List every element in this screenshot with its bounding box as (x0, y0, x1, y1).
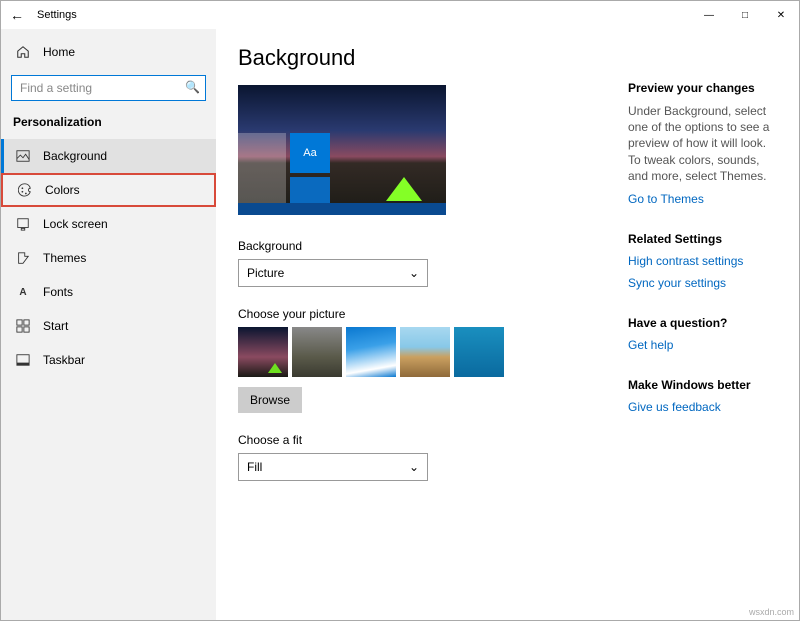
home-nav[interactable]: Home (1, 35, 216, 69)
themes-icon (15, 251, 31, 265)
search-icon: 🔍 (185, 80, 200, 94)
sidebar-item-taskbar[interactable]: Taskbar (1, 343, 216, 377)
picture-thumb-3[interactable] (346, 327, 396, 377)
back-button[interactable]: ← (1, 7, 33, 23)
search-input[interactable] (11, 75, 206, 101)
chevron-down-icon: ⌄ (409, 266, 419, 280)
home-label: Home (43, 45, 75, 59)
picture-thumb-2[interactable] (292, 327, 342, 377)
start-icon (15, 319, 31, 333)
main-content: Background Aa Background Picture ⌄ Choos… (238, 45, 598, 600)
close-button[interactable]: ✕ (763, 1, 799, 29)
fit-select-value: Fill (247, 460, 262, 474)
minimize-button[interactable]: ― (691, 1, 727, 29)
go-to-themes-link[interactable]: Go to Themes (628, 192, 779, 206)
picture-thumb-1[interactable] (238, 327, 288, 377)
feedback-link[interactable]: Give us feedback (628, 400, 779, 414)
maximize-button[interactable]: □ (727, 1, 763, 29)
sidebar-item-label: Lock screen (43, 217, 108, 231)
sidebar-item-background[interactable]: Background (1, 139, 216, 173)
sidebar-item-label: Themes (43, 251, 86, 265)
sidebar: Home 🔍 Personalization Background Colors (1, 29, 216, 620)
preview-changes-text: Under Background, select one of the opti… (628, 103, 779, 184)
titlebar: ← Settings ― □ ✕ (1, 1, 799, 29)
taskbar-icon (15, 353, 31, 367)
get-help-link[interactable]: Get help (628, 338, 779, 352)
sidebar-item-fonts[interactable]: A Fonts (1, 275, 216, 309)
sidebar-item-label: Taskbar (43, 353, 85, 367)
sidebar-item-lock-screen[interactable]: Lock screen (1, 207, 216, 241)
sidebar-item-colors[interactable]: Colors (1, 173, 216, 207)
fonts-icon: A (15, 287, 31, 298)
choose-fit-label: Choose a fit (238, 433, 598, 447)
sidebar-item-label: Fonts (43, 285, 73, 299)
sync-settings-link[interactable]: Sync your settings (628, 276, 779, 290)
attribution: wsxdn.com (749, 607, 794, 617)
image-icon (15, 149, 31, 163)
background-label: Background (238, 239, 598, 253)
sample-text-tile: Aa (290, 133, 330, 173)
sidebar-item-themes[interactable]: Themes (1, 241, 216, 275)
home-icon (15, 45, 31, 59)
picture-thumb-4[interactable] (400, 327, 450, 377)
category-heading: Personalization (1, 113, 216, 139)
background-select-value: Picture (247, 266, 284, 280)
page-title: Background (238, 45, 598, 71)
picture-thumbnails (238, 327, 598, 377)
window-title: Settings (33, 9, 77, 21)
related-settings-title: Related Settings (628, 232, 779, 246)
sidebar-item-start[interactable]: Start (1, 309, 216, 343)
browse-button[interactable]: Browse (238, 387, 302, 413)
make-better-title: Make Windows better (628, 378, 779, 392)
sidebar-item-label: Background (43, 149, 107, 163)
sidebar-item-label: Colors (45, 183, 80, 197)
desktop-preview: Aa (238, 85, 446, 215)
question-title: Have a question? (628, 316, 779, 330)
chevron-down-icon: ⌄ (409, 460, 419, 474)
lock-screen-icon (15, 217, 31, 231)
search-box[interactable]: 🔍 (11, 75, 206, 101)
high-contrast-link[interactable]: High contrast settings (628, 254, 779, 268)
palette-icon (17, 183, 33, 197)
preview-changes-title: Preview your changes (628, 81, 779, 95)
sidebar-item-label: Start (43, 319, 68, 333)
background-select[interactable]: Picture ⌄ (238, 259, 428, 287)
picture-thumb-5[interactable] (454, 327, 504, 377)
right-panel: Preview your changes Under Background, s… (628, 45, 779, 600)
fit-select[interactable]: Fill ⌄ (238, 453, 428, 481)
choose-picture-label: Choose your picture (238, 307, 598, 321)
